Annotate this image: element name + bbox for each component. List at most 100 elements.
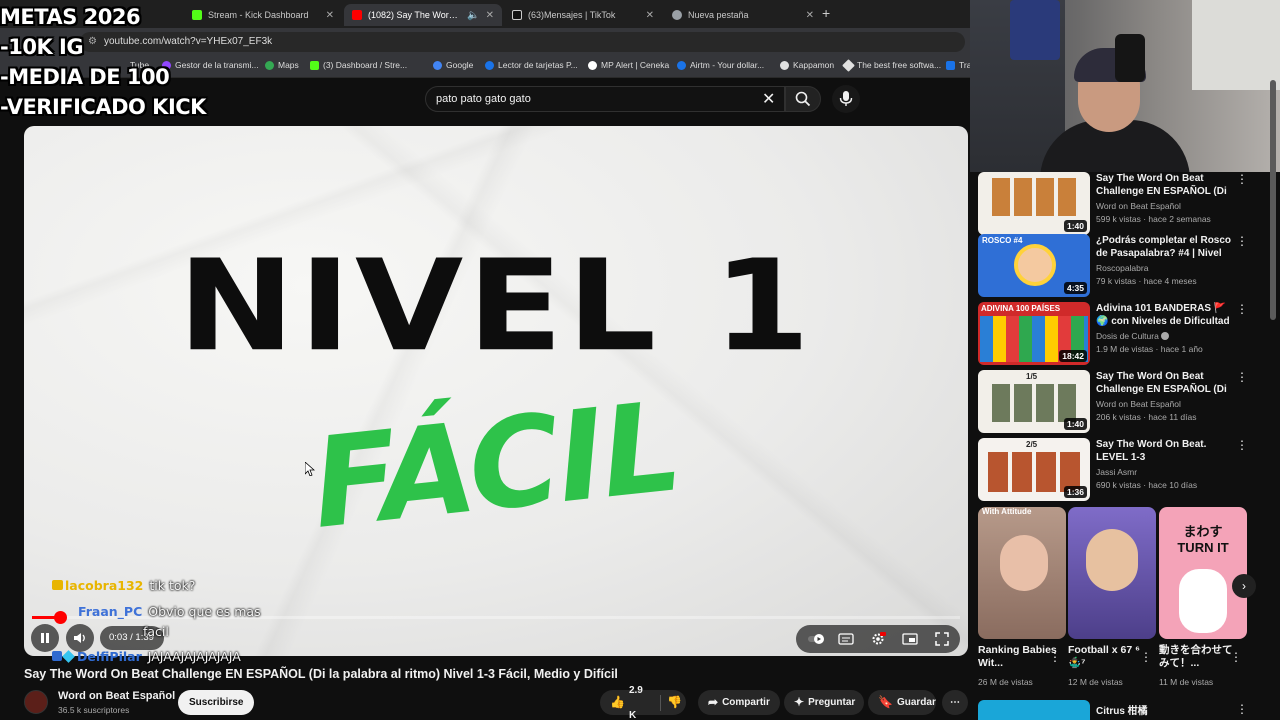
bookmark-airtm[interactable]: Airtm - Your dollar...: [677, 60, 764, 70]
short-title[interactable]: Football x 67 ⁶🤹‍♂️⁷: [1068, 644, 1148, 670]
webcam-background-jersey: [1010, 0, 1060, 60]
short-thumbnail-art: [1000, 535, 1048, 591]
recommendation-channel[interactable]: Dosis de Cultura: [1096, 331, 1170, 341]
video-player[interactable]: NIVEL 1 FÁCIL: [24, 126, 968, 656]
close-icon[interactable]: ✕: [646, 10, 654, 21]
bookmark-card-reader[interactable]: Lector de tarjetas P...: [485, 60, 578, 70]
bookmark-kick-dashboard[interactable]: (3) Dashboard / Stre...: [310, 60, 407, 70]
video-duration: 1:40: [1063, 418, 1087, 430]
recommendation-title[interactable]: Say The Word On Beat. LEVEL 1-3: [1096, 438, 1236, 464]
channel-avatar[interactable]: [24, 690, 48, 714]
chevron-right-icon[interactable]: ›: [1232, 574, 1256, 598]
chat-message-continuation: facil: [143, 624, 169, 639]
recommendation-title[interactable]: Say The Word On Beat Challenge EN ESPAÑO…: [1096, 370, 1236, 396]
clear-search-icon[interactable]: ✕: [762, 89, 775, 109]
more-vertical-icon[interactable]: ⋮: [1236, 702, 1248, 716]
recommendation-item[interactable]: 1/5 1:40 Say The Word On Beat Challenge …: [978, 370, 1248, 434]
recommendation-item[interactable]: ADIVINA 100 PAÍSES 18:42 Adivina 101 BAN…: [978, 302, 1248, 366]
short-views: 11 M de vistas: [1159, 677, 1214, 687]
like-count[interactable]: 2.9 K: [629, 678, 651, 720]
ask-button[interactable]: ✦ Preguntar: [784, 690, 864, 715]
page-scrollbar[interactable]: [1270, 80, 1276, 320]
player-right-controls: [796, 625, 960, 653]
bookmark-kappamon[interactable]: Kappamon: [780, 60, 834, 70]
video-thumbnail[interactable]: [978, 700, 1090, 720]
recommendation-title[interactable]: ¿Podrás completar el Rosco de Pasapalabr…: [1096, 234, 1236, 260]
short-views: 26 M de vistas: [978, 677, 1033, 687]
alert-icon: [588, 60, 597, 70]
thumbs-down-icon[interactable]: 👎: [667, 690, 682, 715]
recommendation-title[interactable]: Citrus 柑橘: [1096, 702, 1148, 717]
recommendation-channel[interactable]: Roscopalabra: [1096, 263, 1148, 273]
video-thumbnail[interactable]: ADIVINA 100 PAÍSES 18:42: [978, 302, 1090, 365]
volume-icon: [74, 633, 85, 643]
more-vertical-icon[interactable]: ⋮: [1049, 650, 1061, 664]
subtitles-icon[interactable]: [838, 632, 854, 646]
recommendation-channel[interactable]: Jassi Asmr: [1096, 467, 1137, 477]
more-vertical-icon[interactable]: ⋮: [1236, 172, 1248, 186]
tab-tiktok[interactable]: (63)Mensajes | TikTok ✕: [504, 4, 662, 26]
more-actions-button[interactable]: ⋯: [942, 690, 968, 715]
more-vertical-icon[interactable]: ⋮: [1236, 370, 1248, 384]
chat-badge-icon: [52, 651, 62, 661]
autoplay-toggle-icon[interactable]: [808, 632, 824, 646]
bookmark-mp-alert[interactable]: MP Alert | Ceneka: [588, 60, 669, 70]
short-thumbnail[interactable]: まわす TURN IT: [1159, 507, 1247, 639]
video-duration: 18:42: [1059, 350, 1087, 362]
video-thumbnail[interactable]: 1/5 1:40: [978, 370, 1090, 433]
recommendation-title[interactable]: Say The Word On Beat Challenge EN ESPAÑO…: [1096, 172, 1236, 198]
video-thumbnail[interactable]: 1:40: [978, 172, 1090, 235]
recommendation-channel[interactable]: Word on Beat Español: [1096, 399, 1181, 409]
close-icon[interactable]: ✕: [326, 10, 334, 21]
voice-search-button[interactable]: [832, 85, 860, 113]
more-vertical-icon[interactable]: ⋮: [1140, 650, 1152, 664]
fullscreen-icon[interactable]: [934, 632, 950, 646]
chat-badge-icon: [52, 580, 63, 590]
new-tab-icon[interactable]: +: [822, 5, 830, 21]
search-input[interactable]: pato pato gato gato: [425, 86, 785, 112]
volume-button[interactable]: [66, 624, 94, 652]
short-title[interactable]: Ranking Babies Wit...: [978, 644, 1058, 670]
subscribe-button[interactable]: Suscribirse: [178, 690, 255, 715]
recommendation-item[interactable]: ROSCO #4 4:35 ¿Podrás completar el Rosco…: [978, 234, 1248, 298]
channel-name[interactable]: Word on Beat Español: [58, 690, 175, 702]
tab-kick-dashboard[interactable]: Stream - Kick Dashboard ✕: [184, 4, 342, 26]
video-thumbnail[interactable]: 2/5 1:36: [978, 438, 1090, 501]
more-vertical-icon[interactable]: ⋮: [1236, 438, 1248, 452]
bookmark-maps[interactable]: Maps: [265, 60, 299, 70]
short-title[interactable]: 動きを合わせてみて！...: [1159, 644, 1239, 670]
more-vertical-icon[interactable]: ⋮: [1236, 302, 1248, 316]
recommendation-item[interactable]: 1:40 Say The Word On Beat Challenge EN E…: [978, 172, 1248, 236]
tab-youtube[interactable]: (1082) Say The Word On Be 🔈 ✕: [344, 4, 502, 26]
recommendation-title[interactable]: Adivina 101 BANDERAS 🚩🌍 con Niveles de D…: [1096, 302, 1236, 328]
thumbnail-art: [992, 178, 1076, 216]
thumbs-up-icon[interactable]: 👍: [610, 690, 625, 715]
pause-button[interactable]: [31, 624, 59, 652]
bookmark-tra[interactable]: Tra: [946, 60, 971, 70]
recommendation-meta: 1.9 M de vistas · hace 1 año: [1096, 344, 1203, 354]
share-button[interactable]: ➦ Compartir: [698, 690, 780, 715]
chat-username: DelfiPilar: [77, 649, 142, 664]
recommendation-meta: 690 k vistas · hace 10 días: [1096, 480, 1198, 490]
settings-gear-icon[interactable]: [870, 632, 886, 646]
progress-scrubber[interactable]: [53, 611, 67, 624]
bookmark-free-software[interactable]: The best free softwa...: [842, 58, 941, 72]
video-thumbnail[interactable]: ROSCO #4 4:35: [978, 234, 1090, 297]
bookmark-google[interactable]: Google: [433, 60, 473, 70]
recommendation-channel[interactable]: Word on Beat Español: [1096, 201, 1181, 211]
miniplayer-icon[interactable]: [902, 632, 918, 646]
volume-icon[interactable]: 🔈: [467, 10, 479, 21]
short-thumbnail[interactable]: [1068, 507, 1156, 639]
close-icon[interactable]: ✕: [486, 10, 494, 21]
save-button[interactable]: 🔖 Guardar: [868, 690, 936, 715]
more-vertical-icon[interactable]: ⋮: [1230, 650, 1242, 664]
search-button[interactable]: [785, 86, 821, 112]
address-bar[interactable]: ⚙ youtube.com/watch?v=YHEx07_EF3k: [80, 32, 965, 52]
short-views: 12 M de vistas: [1068, 677, 1123, 687]
tab-new-tab[interactable]: Nueva pestaña ✕: [664, 4, 822, 26]
save-label: Guardar: [896, 697, 936, 708]
more-vertical-icon[interactable]: ⋮: [1236, 234, 1248, 248]
short-thumbnail[interactable]: With Attitude: [978, 507, 1066, 639]
recommendation-item[interactable]: 2/5 1:36 Say The Word On Beat. LEVEL 1-3…: [978, 438, 1248, 502]
close-icon[interactable]: ✕: [806, 10, 814, 21]
